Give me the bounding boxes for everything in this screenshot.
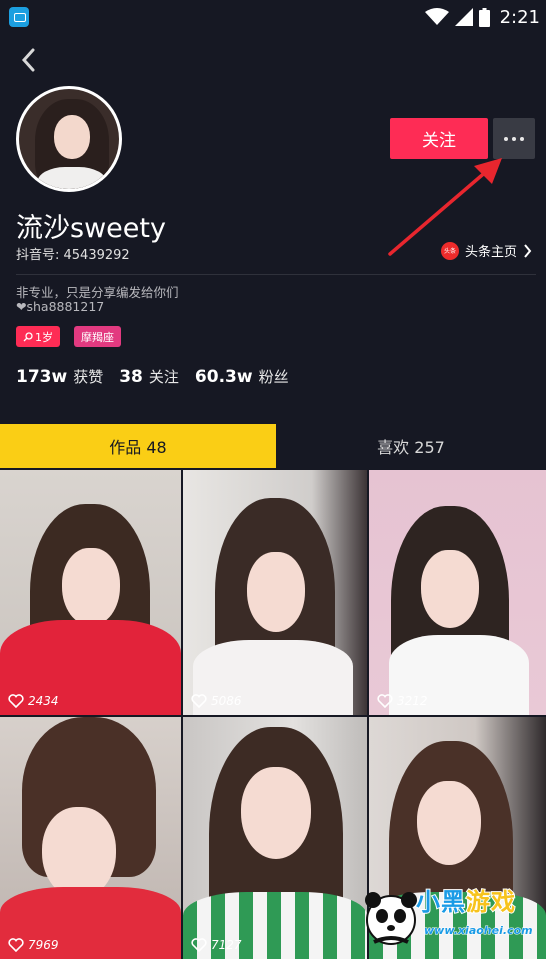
video-likes: 2434	[8, 694, 59, 708]
heart-outline-icon	[191, 694, 207, 708]
heart-outline-icon	[191, 938, 207, 952]
following-stat[interactable]: 38 关注	[119, 366, 179, 387]
chevron-right-icon	[524, 243, 532, 258]
status-icons: 2:21	[424, 0, 546, 34]
more-dots-icon	[504, 136, 508, 141]
toutiao-homepage-link[interactable]: 头条 头条主页	[440, 241, 532, 260]
heart-outline-icon	[377, 694, 393, 708]
video-likes: 5086	[191, 694, 242, 708]
status-bar: 2:21	[0, 0, 546, 34]
video-likes: 7969	[8, 938, 59, 952]
chevron-left-icon	[21, 48, 35, 72]
followers-label: 粉丝	[258, 368, 289, 386]
followers-count: 60.3w	[194, 367, 253, 387]
tab-likes[interactable]: 喜欢 257	[276, 424, 546, 468]
zodiac-tag: 摩羯座	[74, 326, 121, 347]
video-likes: 7127	[191, 938, 242, 952]
avatar[interactable]	[16, 86, 122, 192]
video-thumbnail[interactable]: 2434	[0, 470, 181, 715]
video-thumbnail[interactable]: 7127	[183, 717, 367, 959]
video-likes-count: 5086	[211, 694, 242, 708]
toutiao-label: 头条主页	[464, 245, 517, 260]
video-likes-count: 7127	[211, 938, 242, 952]
bio-line-2: ❤sha8881217	[16, 299, 105, 314]
video-likes: 3212	[377, 694, 428, 708]
panda-logo-icon	[365, 892, 417, 945]
following-label: 关注	[148, 368, 179, 386]
age-tag: 1岁	[16, 326, 60, 347]
profile-screen: 2:21 关注 流沙sweety 抖音号: 45439292 头条 头条主页 非…	[0, 0, 546, 959]
video-likes-count: 2434	[28, 694, 59, 708]
video-likes-count: 3212	[397, 694, 428, 708]
toutiao-icon: 头条	[440, 241, 459, 260]
tab-works[interactable]: 作品 48	[0, 424, 276, 468]
likes-stat: 173w 获赞	[16, 366, 103, 387]
wifi-icon	[424, 8, 449, 25]
likes-count: 173w	[16, 367, 68, 387]
likes-label: 获赞	[73, 368, 104, 386]
divider	[16, 274, 536, 275]
profile-stats: 173w 获赞 38 关注 60.3w 粉丝	[16, 366, 289, 387]
video-likes-count: 7969	[28, 938, 59, 952]
site-watermark: 小黑游戏 www.xiaohei.com	[358, 876, 546, 959]
battery-icon	[478, 7, 490, 27]
following-count: 38	[119, 367, 143, 387]
age-tag-label: 1岁	[35, 330, 53, 344]
nickname: 流沙sweety	[16, 213, 166, 244]
heart-outline-icon	[8, 938, 24, 952]
status-time: 2:21	[499, 6, 540, 28]
profile-tabs: 作品 48 喜欢 257	[0, 424, 546, 468]
video-thumbnail[interactable]: 7969	[0, 717, 181, 959]
signal-icon	[454, 8, 473, 26]
douyin-id: 抖音号: 45439292	[16, 248, 130, 263]
back-button[interactable]	[14, 44, 44, 76]
watermark-url: www.xiaohei.com	[424, 924, 534, 938]
heart-outline-icon	[8, 694, 24, 708]
followers-stat[interactable]: 60.3w 粉丝	[195, 366, 289, 387]
watermark-brand: 小黑游戏	[415, 887, 516, 917]
search-icon	[23, 331, 33, 341]
app-notification-icon	[9, 7, 29, 27]
video-thumbnail[interactable]: 5086	[183, 470, 367, 715]
video-thumbnail[interactable]: 3212	[369, 470, 546, 715]
